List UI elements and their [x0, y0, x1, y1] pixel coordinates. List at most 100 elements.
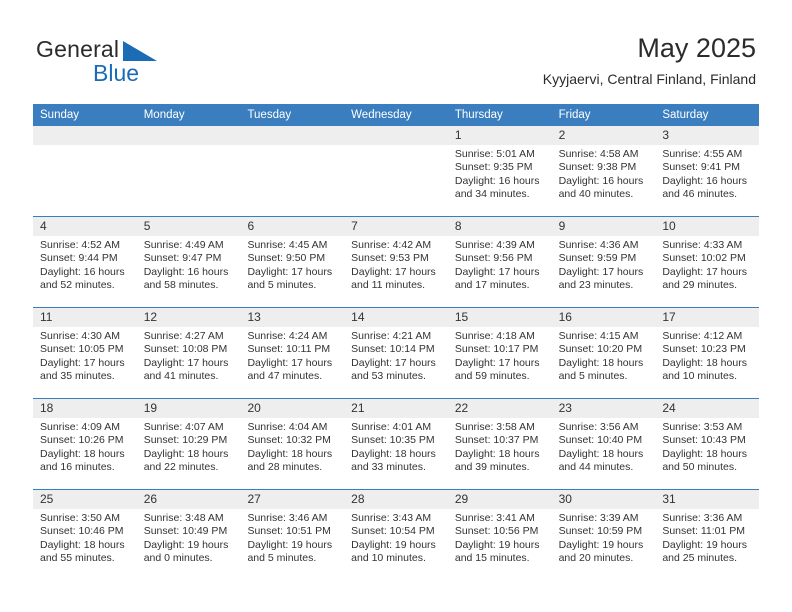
calendar-grid: Sunday Monday Tuesday Wednesday Thursday Frid…	[33, 104, 759, 580]
day-number[interactable]: 12	[137, 308, 241, 327]
day-cell[interactable]: Sunrise: 4:09 AM Sunset: 10:26 PM Daylight…	[33, 418, 137, 489]
daylight-text: Daylight: 18 hours and 39 minutes.	[454, 447, 540, 474]
day-detail-row: Sunrise: 4:09 AM Sunset: 10:26 PM Daylight…	[33, 418, 759, 489]
day-number[interactable]: 25	[33, 490, 137, 509]
day-number[interactable]: 15	[448, 308, 552, 327]
day-cell[interactable]: Sunrise: 4:36 AM Sunset: 9:59 PM Daylight:…	[552, 236, 656, 307]
day-cell[interactable]: Sunrise: 4:49 AM Sunset: 9:47 PM Daylight:…	[137, 236, 241, 307]
day-number[interactable]: 6	[240, 217, 344, 236]
day-number[interactable]: 4	[33, 217, 137, 236]
generalblue-logo[interactable]: General Blue	[36, 36, 236, 92]
day-number[interactable]: 9	[552, 217, 656, 236]
daylight-text: Daylight: 16 hours and 52 minutes.	[40, 265, 125, 292]
day-number[interactable]: 19	[137, 399, 241, 418]
day-cell[interactable]: Sunrise: 3:58 AM Sunset: 10:37 PM Daylight…	[448, 418, 552, 489]
sunrise-text: Sunrise: 4:42 AM	[351, 239, 432, 251]
day-cell[interactable]: Sunrise: 4:52 AM Sunset: 9:44 PM Daylight:…	[33, 236, 137, 307]
day-cell[interactable]: Sunrise: 4:12 AM Sunset: 10:23 PM Daylight…	[655, 327, 759, 398]
sunset-text: Sunset: 10:20 PM	[558, 343, 643, 356]
sunset-text: Sunset: 9:59 PM	[558, 252, 637, 265]
day-number[interactable]: 16	[552, 308, 656, 327]
day-cell[interactable]: Sunrise: 4:01 AM Sunset: 10:35 PM Daylight…	[344, 418, 448, 489]
day-number[interactable]: 20	[240, 399, 344, 418]
sunset-text: Sunset: 11:01 PM	[662, 525, 745, 538]
day-cell[interactable]: Sunrise: 4:33 AM Sunset: 10:02 PM Daylight…	[655, 236, 759, 307]
daylight-text: Daylight: 17 hours and 17 minutes.	[454, 265, 540, 292]
day-number[interactable]: 21	[344, 399, 448, 418]
sunrise-text: Sunrise: 4:27 AM	[143, 330, 224, 342]
day-number-row: 4 5 6 7 8 9 10	[33, 217, 759, 236]
day-cell[interactable]: Sunrise: 4:24 AM Sunset: 10:11 PM Daylight…	[240, 327, 344, 398]
sunset-text: Sunset: 10:02 PM	[662, 252, 746, 265]
day-number[interactable]: 26	[137, 490, 241, 509]
day-number[interactable]: 31	[655, 490, 759, 509]
calendar-week-row: 11 12 13 14 15 16 17 Sunrise: 4:30 AM Sunset: 10…	[33, 307, 759, 398]
day-number[interactable]: 29	[448, 490, 552, 509]
day-cell[interactable]: Sunrise: 4:39 AM Sunset: 9:56 PM Daylight:…	[448, 236, 552, 307]
sunrise-text: Sunrise: 4:24 AM	[247, 330, 328, 342]
sunrise-text: Sunrise: 3:46 AM	[247, 512, 328, 524]
day-cell[interactable]: Sunrise: 4:30 AM Sunset: 10:05 PM Daylight…	[33, 327, 137, 398]
day-number[interactable]: 22	[448, 399, 552, 418]
day-number[interactable]: 2	[552, 126, 656, 145]
day-number[interactable]: 7	[344, 217, 448, 236]
sunset-text: Sunset: 9:35 PM	[454, 161, 533, 174]
sunrise-text: Sunrise: 3:41 AM	[454, 512, 535, 524]
day-number[interactable]: 3	[655, 126, 759, 145]
sunset-text: Sunset: 10:17 PM	[454, 343, 539, 356]
day-cell-empty	[344, 145, 448, 216]
day-number[interactable]: 23	[552, 399, 656, 418]
day-cell[interactable]: Sunrise: 4:45 AM Sunset: 9:50 PM Daylight:…	[240, 236, 344, 307]
day-number[interactable]: 13	[240, 308, 344, 327]
day-cell[interactable]: Sunrise: 3:41 AM Sunset: 10:56 PM Daylight…	[448, 509, 552, 580]
day-cell[interactable]: Sunrise: 4:15 AM Sunset: 10:20 PM Daylight…	[552, 327, 656, 398]
day-number[interactable]: 8	[448, 217, 552, 236]
day-cell[interactable]: Sunrise: 4:58 AM Sunset: 9:38 PM Daylight:…	[552, 145, 656, 216]
day-cell[interactable]: Sunrise: 3:39 AM Sunset: 10:59 PM Daylight…	[552, 509, 656, 580]
day-cell[interactable]: Sunrise: 4:18 AM Sunset: 10:17 PM Daylight…	[448, 327, 552, 398]
day-number[interactable]: 14	[344, 308, 448, 327]
day-number[interactable]: 11	[33, 308, 137, 327]
day-number[interactable]: 27	[240, 490, 344, 509]
daylight-text: Daylight: 18 hours and 5 minutes.	[558, 356, 644, 383]
daylight-text: Daylight: 18 hours and 55 minutes.	[40, 538, 125, 565]
day-cell[interactable]: Sunrise: 4:07 AM Sunset: 10:29 PM Daylight…	[137, 418, 241, 489]
day-number[interactable]: 1	[448, 126, 552, 145]
day-cell[interactable]: Sunrise: 5:01 AM Sunset: 9:35 PM Daylight:…	[448, 145, 552, 216]
sunrise-text: Sunrise: 4:49 AM	[143, 239, 224, 251]
daylight-text: Daylight: 16 hours and 58 minutes.	[143, 265, 229, 292]
daylight-text: Daylight: 18 hours and 22 minutes.	[143, 447, 229, 474]
day-cell[interactable]: Sunrise: 3:50 AM Sunset: 10:46 PM Daylight…	[33, 509, 137, 580]
day-number[interactable]: 30	[552, 490, 656, 509]
day-cell-empty	[33, 145, 137, 216]
day-cell[interactable]: Sunrise: 3:53 AM Sunset: 10:43 PM Daylight…	[655, 418, 759, 489]
day-cell[interactable]: Sunrise: 3:46 AM Sunset: 10:51 PM Daylight…	[240, 509, 344, 580]
day-number[interactable]: 10	[655, 217, 759, 236]
sunrise-text: Sunrise: 4:04 AM	[247, 421, 328, 433]
sunrise-text: Sunrise: 4:36 AM	[558, 239, 639, 251]
weekday-header-saturday: Saturday	[662, 109, 709, 121]
daylight-text: Daylight: 17 hours and 5 minutes.	[247, 265, 333, 292]
day-cell[interactable]: Sunrise: 3:36 AM Sunset: 11:01 PM Daylight…	[655, 509, 759, 580]
sunrise-text: Sunrise: 4:30 AM	[40, 330, 120, 342]
day-cell[interactable]: Sunrise: 4:55 AM Sunset: 9:41 PM Daylight:…	[655, 145, 759, 216]
sunrise-text: Sunrise: 4:39 AM	[454, 239, 535, 251]
day-cell[interactable]: Sunrise: 4:42 AM Sunset: 9:53 PM Daylight:…	[344, 236, 448, 307]
daylight-text: Daylight: 18 hours and 10 minutes.	[662, 356, 747, 383]
day-cell[interactable]: Sunrise: 3:56 AM Sunset: 10:40 PM Daylight…	[552, 418, 656, 489]
day-number[interactable]: 24	[655, 399, 759, 418]
daylight-text: Daylight: 18 hours and 33 minutes.	[351, 447, 436, 474]
day-cell[interactable]: Sunrise: 4:27 AM Sunset: 10:08 PM Daylight…	[137, 327, 241, 398]
day-number[interactable]: 18	[33, 399, 137, 418]
day-number[interactable]: 5	[137, 217, 241, 236]
day-cell[interactable]: Sunrise: 3:48 AM Sunset: 10:49 PM Daylight…	[137, 509, 241, 580]
weekday-header-friday: Friday	[558, 109, 591, 121]
sunset-text: Sunset: 10:23 PM	[662, 343, 746, 356]
day-number[interactable]: 17	[655, 308, 759, 327]
day-cell[interactable]: Sunrise: 4:21 AM Sunset: 10:14 PM Daylight…	[344, 327, 448, 398]
day-cell[interactable]: Sunrise: 3:43 AM Sunset: 10:54 PM Daylight…	[344, 509, 448, 580]
day-number[interactable]: 28	[344, 490, 448, 509]
day-cell[interactable]: Sunrise: 4:04 AM Sunset: 10:32 PM Daylight…	[240, 418, 344, 489]
daylight-text: Daylight: 17 hours and 35 minutes.	[40, 356, 125, 383]
daylight-text: Daylight: 19 hours and 10 minutes.	[351, 538, 436, 565]
